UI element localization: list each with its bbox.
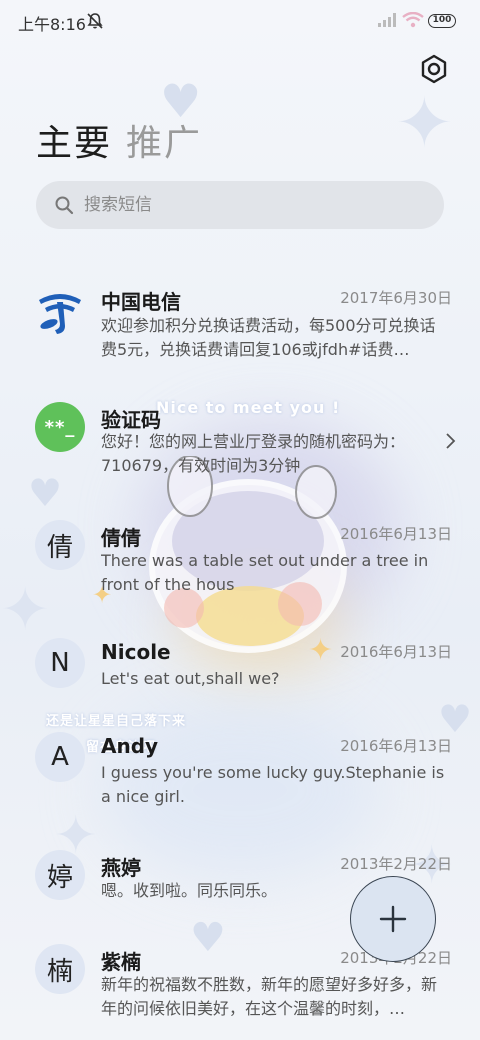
message-preview: 新年的祝福数不胜数，新年的愿望好多好多，新年的问候依旧美好，在这个温馨的时刻，… [101,975,438,1018]
message-item-andy[interactable]: A Andy 2016年6月13日 I guess you're some lu… [0,730,480,820]
search-icon [55,196,74,215]
contact-name: 验证码 [101,408,161,432]
avatar: 婷 [35,850,85,900]
contact-name: 燕婷 [101,856,141,880]
message-date: 2016年6月13日 [340,525,452,543]
china-telecom-logo-icon [39,294,81,334]
wifi-icon [402,12,424,28]
compose-button[interactable] [350,876,436,962]
tab-promotions[interactable]: 推广 [126,114,202,166]
avatar: A [35,732,85,782]
status-bar: 上午8:16 100 [0,0,480,42]
avatar: **_ [35,402,85,452]
tab-bar: 主要 推广 [36,114,202,166]
contact-name: 紫楠 [101,950,141,974]
message-date: 2013年2月22日 [340,855,452,873]
message-item-verification-code[interactable]: **_ 验证码 您好！您的网上营业厅登录的随机密码为：710679，有效时间为3… [0,396,480,486]
avatar: N [35,638,85,688]
bell-muted-icon [87,13,103,29]
search-bar[interactable] [36,181,444,229]
message-item-nicole[interactable]: N Nicole 2016年6月13日 Let's eat out,shall … [0,636,480,706]
avatar [35,286,85,336]
wallpaper-caption-2: 还是让星星自己落下来 [46,714,187,729]
message-preview: 欢迎参加积分兑换话费活动，每500分可兑换话费5元，兑换话费请回复106或jfd… [101,316,436,359]
message-date: 2016年6月13日 [340,737,452,755]
message-preview: There was a table set out under a tree i… [101,551,429,594]
battery-icon: 100 [428,14,456,28]
contact-name: Nicole [101,640,171,664]
tab-main[interactable]: 主要 [36,114,112,166]
signal-icon [378,13,396,27]
message-date: 2016年6月13日 [340,643,452,661]
message-item-qianqian[interactable]: 倩 倩倩 2016年6月13日 There was a table set ou… [0,518,480,608]
gear-icon[interactable] [418,53,450,85]
avatar: 楠 [35,944,85,994]
contact-name: Andy [101,734,159,758]
message-item-china-telecom[interactable]: 中国电信 2017年6月30日 欢迎参加积分兑换话费活动，每500分可兑换话费5… [0,276,480,372]
message-date: 2017年6月30日 [340,289,452,307]
chevron-right-icon[interactable] [444,432,456,450]
message-preview: 您好！您的网上营业厅登录的随机密码为：710679，有效时间为3分钟 [101,432,406,475]
message-preview: I guess you're some lucky guy.Stephanie … [101,763,445,806]
status-time: 上午8:16 [18,15,86,34]
plus-icon [379,905,407,933]
message-preview: Let's eat out,shall we? [101,669,280,688]
contact-name: 倩倩 [101,526,141,550]
avatar: 倩 [35,520,85,570]
contact-name: 中国电信 [101,290,181,314]
search-input[interactable] [84,195,404,215]
